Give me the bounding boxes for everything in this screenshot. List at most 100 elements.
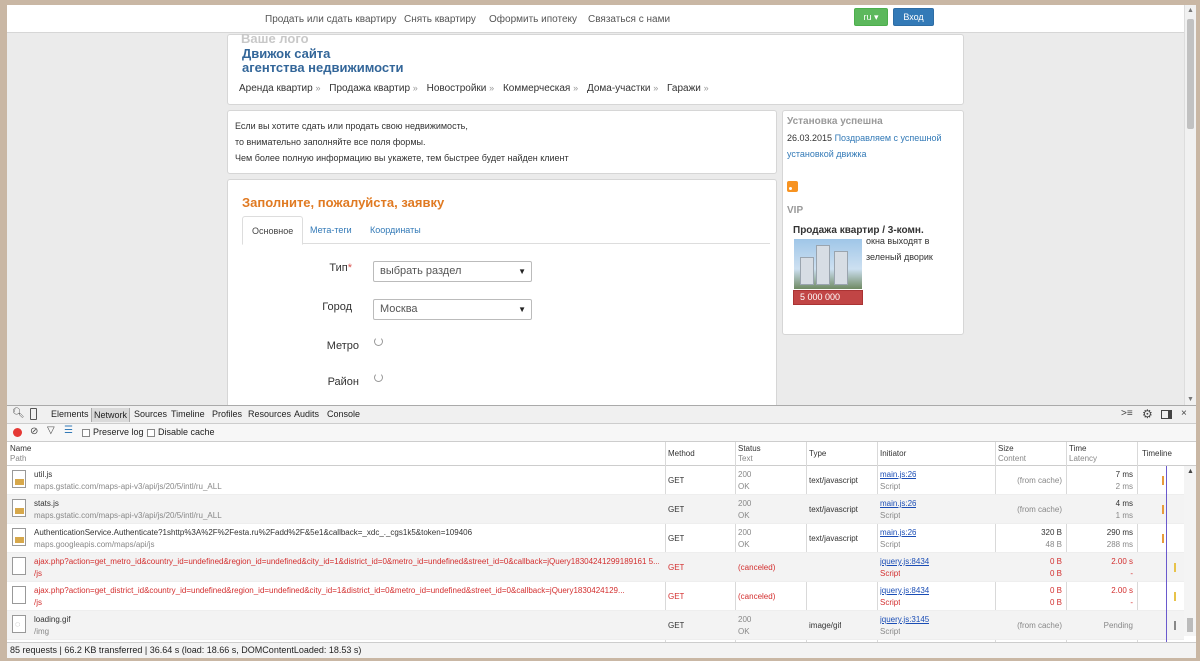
category-houses[interactable]: Дома-участки »: [587, 83, 658, 94]
form-tabs: Основное Мета-теги Координаты: [242, 216, 770, 245]
tab-resources[interactable]: Resources: [248, 409, 291, 419]
tab-network[interactable]: Network: [91, 408, 131, 422]
initiator-link[interactable]: main.js:26: [880, 527, 916, 538]
initiator-link[interactable]: main.js:26: [880, 498, 916, 509]
preserve-log-checkbox[interactable]: [82, 429, 90, 437]
rss-icon[interactable]: [787, 181, 798, 192]
nav-contact[interactable]: Связаться с нами: [588, 14, 670, 25]
form-title: Заполните, пожалуйста, заявку: [242, 195, 445, 210]
scroll-up-icon[interactable]: ▲: [1187, 7, 1194, 14]
city-select[interactable]: Москва ▼: [373, 299, 532, 320]
install-news-link[interactable]: Поздравляем с успешной: [835, 133, 942, 143]
list-view-icon[interactable]: ☰: [64, 425, 73, 436]
chevron-down-icon: ▼: [518, 267, 526, 276]
initiator-link[interactable]: jquery.js:8434: [880, 585, 929, 596]
timeline-bar: [1174, 563, 1176, 572]
install-news-link-cont[interactable]: установкой движка: [787, 149, 866, 159]
disable-cache-label: Disable cache: [158, 427, 215, 437]
loading-spinner-icon: [374, 373, 383, 382]
request-form-panel: Заполните, пожалуйста, заявку Основное М…: [227, 179, 777, 405]
login-button[interactable]: Вход: [893, 8, 934, 26]
table-row[interactable]: ◌ loading.gif /img GET 200 OK image/gif …: [7, 611, 1184, 640]
col-type[interactable]: Type: [809, 449, 826, 459]
clear-icon[interactable]: ⊘: [30, 426, 38, 437]
initiator-link[interactable]: main.js:26: [880, 469, 916, 480]
tab-meta-tags[interactable]: Мета-теги: [301, 216, 361, 244]
category-sale[interactable]: Продажа квартир »: [329, 83, 418, 94]
category-garages[interactable]: Гаражи »: [667, 83, 709, 94]
timeline-bar: [1162, 534, 1164, 543]
type-select[interactable]: выбрать раздел ▼: [373, 261, 532, 282]
console-drawer-icon[interactable]: >≡: [1121, 408, 1133, 419]
site-header-panel: Ваше лого Движок сайта агентства недвижи…: [227, 31, 964, 105]
site-logo[interactable]: Движок сайта агентства недвижимости: [242, 47, 404, 75]
tab-main[interactable]: Основное: [242, 216, 304, 245]
col-timeline[interactable]: Timeline: [1142, 449, 1172, 459]
category-commercial[interactable]: Коммерческая »: [503, 83, 578, 94]
table-row[interactable]: AuthenticationService.Authenticate?1shtt…: [7, 524, 1184, 553]
tab-elements[interactable]: Elements: [51, 409, 89, 419]
col-name[interactable]: Name Path: [10, 444, 31, 464]
table-row[interactable]: util.js maps.gstatic.com/maps-api-v3/api…: [7, 466, 1184, 495]
tab-audits[interactable]: Audits: [294, 409, 319, 419]
tab-console[interactable]: Console: [327, 409, 360, 419]
device-mode-icon[interactable]: [30, 408, 37, 420]
window-frame-right: [1196, 0, 1200, 661]
logo-line-1: Движок сайта: [242, 46, 331, 61]
nav-mortgage[interactable]: Оформить ипотеку: [489, 14, 577, 25]
network-scrollbar[interactable]: ▲: [1184, 466, 1196, 636]
nav-sell-rent[interactable]: Продать или сдать квартиру: [265, 14, 396, 25]
gear-icon[interactable]: ⚙: [1142, 407, 1153, 421]
category-rent[interactable]: Аренда квартир »: [239, 83, 321, 94]
table-row[interactable]: stats.js maps.gstatic.com/maps-api-v3/ap…: [7, 495, 1184, 524]
language-dropdown-button[interactable]: ru ▾: [854, 8, 888, 26]
timeline-bar: [1174, 621, 1176, 630]
site-top-bar: Продать или сдать квартиру Снять квартир…: [7, 5, 1184, 33]
network-scrollbar-thumb[interactable]: [1187, 618, 1193, 632]
col-status[interactable]: Status Text: [738, 444, 761, 464]
close-icon[interactable]: ×: [1181, 408, 1187, 419]
inspect-icon[interactable]: 🔍︎: [12, 408, 25, 419]
install-news-title: Установка успешна: [787, 116, 883, 127]
preserve-log-label: Preserve log: [93, 427, 144, 437]
tab-profiles[interactable]: Profiles: [212, 409, 242, 419]
tab-coordinates[interactable]: Координаты: [361, 216, 430, 244]
nav-rent-apartment[interactable]: Снять квартиру: [404, 14, 476, 25]
dock-side-icon[interactable]: [1161, 410, 1172, 419]
page-scrollbar[interactable]: ▲ ▼: [1184, 5, 1196, 405]
category-nav: Аренда квартир » Продажа квартир » Новос…: [239, 83, 715, 94]
col-time[interactable]: Time Latency: [1069, 444, 1097, 464]
vip-listing-price: 5 000 000: [793, 290, 863, 305]
category-new-buildings[interactable]: Новостройки »: [427, 83, 495, 94]
col-method[interactable]: Method: [668, 449, 695, 459]
info-text-3: Чем более полную информацию вы укажете, …: [235, 153, 569, 163]
vip-listing-photo[interactable]: [794, 239, 862, 289]
loading-spinner-icon: [374, 337, 383, 346]
logo-placeholder: Ваше лого: [241, 31, 309, 46]
table-row[interactable]: ajax.php?action=get_district_id&country_…: [7, 582, 1184, 611]
scroll-up-icon[interactable]: ▲: [1187, 468, 1194, 475]
table-row[interactable]: ajax.php?action=get_metro_id&country_id=…: [7, 553, 1184, 582]
tab-sources[interactable]: Sources: [134, 409, 167, 419]
col-initiator[interactable]: Initiator: [880, 449, 906, 459]
devtools-panel: 🔍︎ Elements Network Sources Timeline Pro…: [7, 405, 1196, 658]
file-icon: [12, 557, 26, 575]
col-size[interactable]: Size Content: [998, 444, 1026, 464]
city-label: Город: [322, 301, 352, 313]
initiator-link[interactable]: jquery.js:3145: [880, 614, 929, 625]
record-icon[interactable]: [13, 428, 22, 437]
timeline-bar: [1162, 476, 1164, 485]
filter-icon[interactable]: ▽: [47, 425, 55, 436]
timeline-load-marker: [1166, 466, 1167, 642]
timeline-bar: [1174, 592, 1176, 601]
tab-timeline[interactable]: Timeline: [171, 409, 205, 419]
page-scrollbar-thumb[interactable]: [1187, 19, 1194, 129]
network-toolbar: ⊘ ▽ ☰ Preserve log Disable cache: [7, 424, 1196, 442]
info-panel: Если вы хотите сдать или продать свою не…: [227, 110, 777, 174]
metro-label: Метро: [326, 340, 359, 352]
district-label: Район: [327, 376, 359, 388]
initiator-link[interactable]: jquery.js:8434: [880, 556, 929, 567]
script-file-icon: [12, 470, 26, 488]
disable-cache-checkbox[interactable]: [147, 429, 155, 437]
scroll-down-icon[interactable]: ▼: [1187, 396, 1194, 403]
